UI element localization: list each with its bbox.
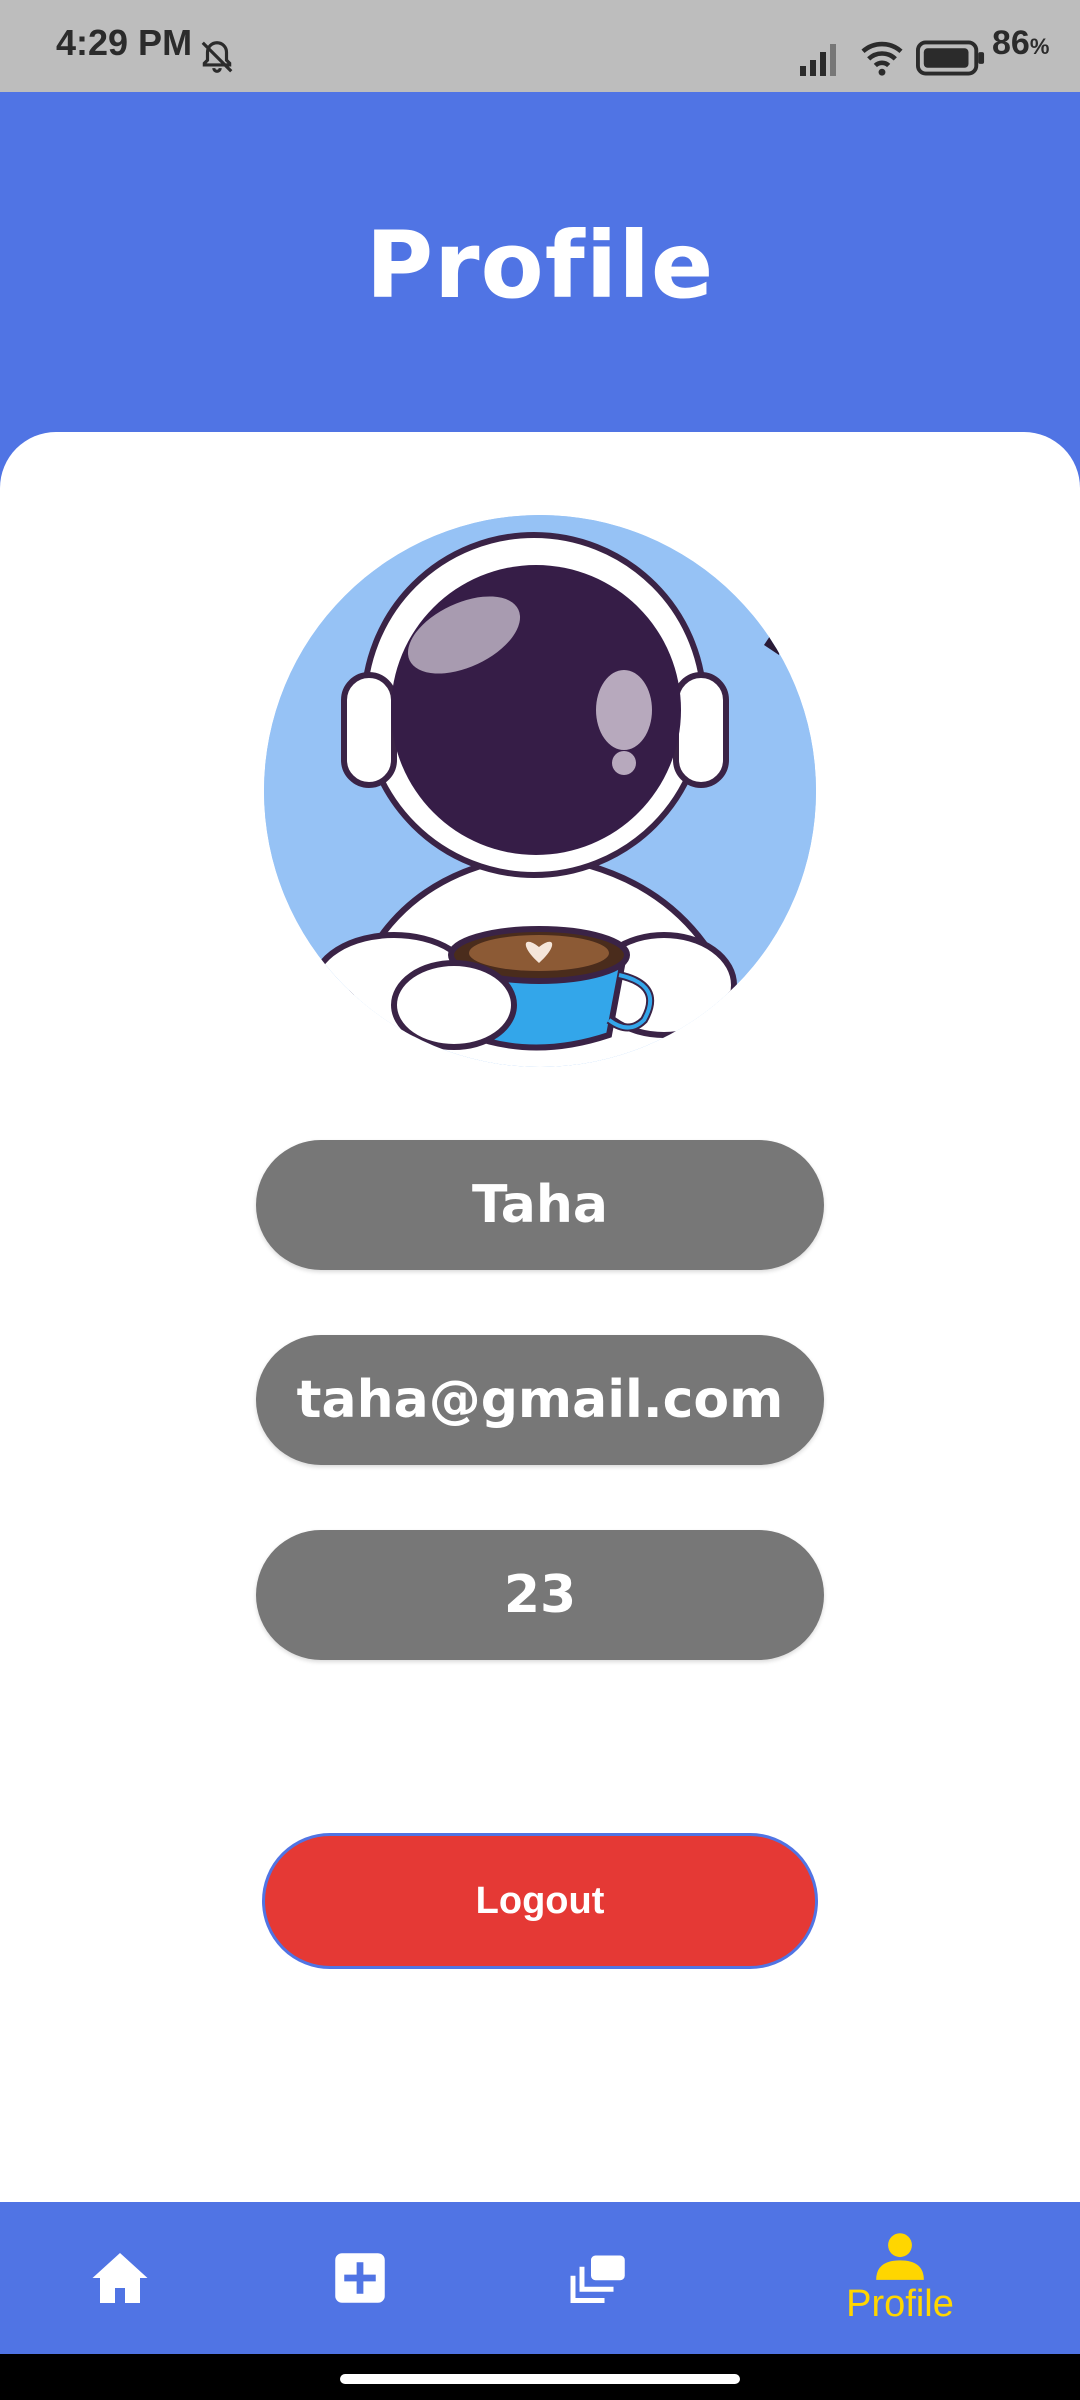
cellular-signal-icon	[800, 44, 836, 76]
status-bar: 4:29 PM 86%	[0, 0, 1080, 92]
name-field: Taha	[256, 1140, 824, 1270]
logout-button[interactable]: Logout	[262, 1833, 818, 1969]
email-field: taha@gmail.com	[256, 1335, 824, 1465]
battery-percent: 86%	[992, 24, 1050, 62]
status-time: 4:29 PM	[56, 22, 193, 63]
age-field: 23	[256, 1530, 824, 1660]
astronaut-avatar-image	[264, 515, 816, 1067]
home-icon	[92, 2253, 148, 2303]
header-bar: Profile	[0, 92, 1080, 432]
battery-icon	[916, 40, 985, 76]
nav-item-gallery[interactable]	[540, 2202, 660, 2354]
nav-item-profile[interactable]: Profile	[800, 2202, 1000, 2354]
home-gesture-bar[interactable]	[340, 2374, 740, 2384]
nav-label-profile: Profile	[846, 2282, 954, 2325]
bottom-nav: Profile	[0, 2202, 1080, 2354]
wifi-icon	[861, 41, 903, 76]
bell-muted-icon	[201, 41, 233, 73]
gesture-area	[0, 2354, 1080, 2400]
add-box-icon	[335, 2253, 385, 2303]
nav-item-add[interactable]	[300, 2202, 420, 2354]
profile-avatar	[264, 515, 816, 1067]
gallery-icon	[570, 2255, 625, 2303]
page-title: Profile	[365, 212, 715, 319]
person-icon	[876, 2232, 924, 2280]
nav-item-home[interactable]	[60, 2202, 180, 2354]
